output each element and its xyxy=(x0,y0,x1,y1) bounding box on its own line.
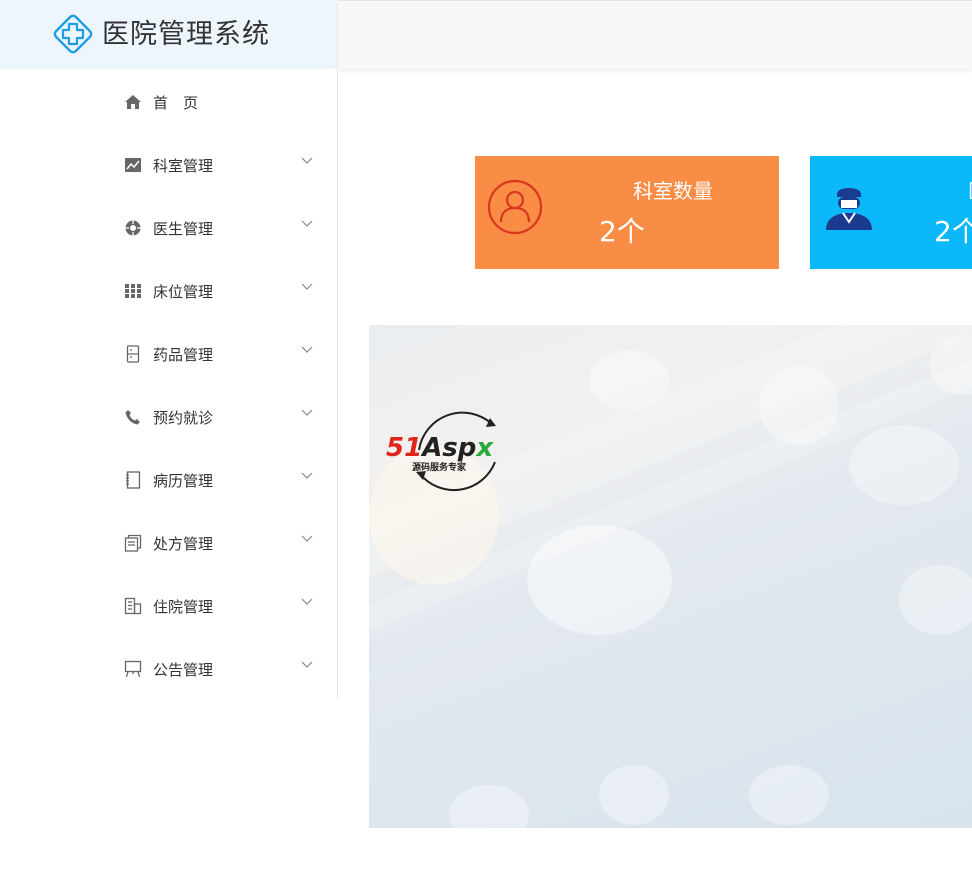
sidebar-item-doctors[interactable]: 医生管理 xyxy=(0,195,337,258)
sidebar-item-prescriptions[interactable]: 处方管理 xyxy=(0,510,337,573)
department-count-card[interactable]: 科室数量 2个 xyxy=(475,156,779,269)
cabinet-icon xyxy=(126,345,140,363)
medical-cross-icon xyxy=(53,14,93,54)
home-icon xyxy=(125,95,141,109)
card-value: 2个 xyxy=(934,215,972,248)
sidebar-item-medical-records[interactable]: 病历管理 xyxy=(0,447,337,510)
sidebar-item-inpatients[interactable]: 住院管理 xyxy=(0,573,337,636)
board-icon xyxy=(124,660,142,678)
banner-bokeh xyxy=(449,785,529,828)
sidebar-item-appointments[interactable]: 预约就诊 xyxy=(0,384,337,447)
notebook-icon xyxy=(126,471,141,489)
chevron-down-icon xyxy=(301,283,313,290)
sidebar: 首 页 科室管理 医生管理 床位管理 药品管理 预约就诊 病历管理 处方管理 住… xyxy=(0,69,338,698)
sidebar-item-label: 处方管理 xyxy=(153,535,214,553)
chevron-down-icon xyxy=(301,661,313,668)
grid-icon xyxy=(125,284,141,298)
person-circle-icon xyxy=(487,179,543,235)
sidebar-item-label: 床位管理 xyxy=(153,283,214,301)
card-value: 2个 xyxy=(599,215,645,248)
building-icon xyxy=(124,597,142,615)
phone-icon xyxy=(125,410,140,425)
sidebar-item-label: 公告管理 xyxy=(153,661,214,679)
sidebar-item-home[interactable]: 首 页 xyxy=(0,69,337,132)
sidebar-item-label: 预约就诊 xyxy=(153,409,214,427)
chevron-down-icon xyxy=(301,535,313,542)
sidebar-item-label: 医生管理 xyxy=(153,220,214,238)
sidebar-item-label: 病历管理 xyxy=(153,472,214,490)
chevron-down-icon xyxy=(301,220,313,227)
app-title: 医院管理系统 xyxy=(102,19,270,50)
sidebar-item-label: 住院管理 xyxy=(153,598,214,616)
chevron-down-icon xyxy=(301,598,313,605)
doctor-icon xyxy=(826,188,872,230)
sidebar-item-label: 药品管理 xyxy=(153,346,214,364)
chart-icon xyxy=(125,158,141,172)
banner-bokeh xyxy=(599,765,669,825)
target-icon xyxy=(125,220,141,236)
brand-bar: 医院管理系统 xyxy=(0,0,338,69)
chevron-down-icon xyxy=(301,157,313,164)
chevron-down-icon xyxy=(301,346,313,353)
doctor-count-card[interactable]: 医 2个 xyxy=(810,156,972,269)
sidebar-item-departments[interactable]: 科室管理 xyxy=(0,132,337,195)
brand-logo-tagline: 源码服务专家 xyxy=(412,461,467,473)
banner-bokeh xyxy=(899,565,972,635)
top-header xyxy=(338,0,972,69)
brand-logo-wordmark: 51Aspx xyxy=(386,433,494,463)
banner-bokeh xyxy=(849,425,959,505)
card-title: 医 xyxy=(968,178,972,204)
banner-bokeh xyxy=(527,525,672,635)
welcome-banner: 51Aspx 源码服务专家 xyxy=(369,325,972,828)
sidebar-item-label: 科室管理 xyxy=(153,157,214,175)
sidebar-item-announcements[interactable]: 公告管理 xyxy=(0,636,337,699)
document-icon xyxy=(124,534,142,552)
card-title: 科室数量 xyxy=(633,179,713,203)
sidebar-item-medicines[interactable]: 药品管理 xyxy=(0,321,337,384)
chevron-down-icon xyxy=(301,472,313,479)
brand-logo: 51Aspx 源码服务专家 xyxy=(386,411,496,492)
sidebar-item-beds[interactable]: 床位管理 xyxy=(0,258,337,321)
sidebar-item-label: 首 页 xyxy=(153,94,199,112)
banner-bokeh xyxy=(759,365,839,445)
banner-bokeh xyxy=(749,765,829,825)
banner-bokeh xyxy=(589,350,669,410)
chevron-down-icon xyxy=(301,409,313,416)
